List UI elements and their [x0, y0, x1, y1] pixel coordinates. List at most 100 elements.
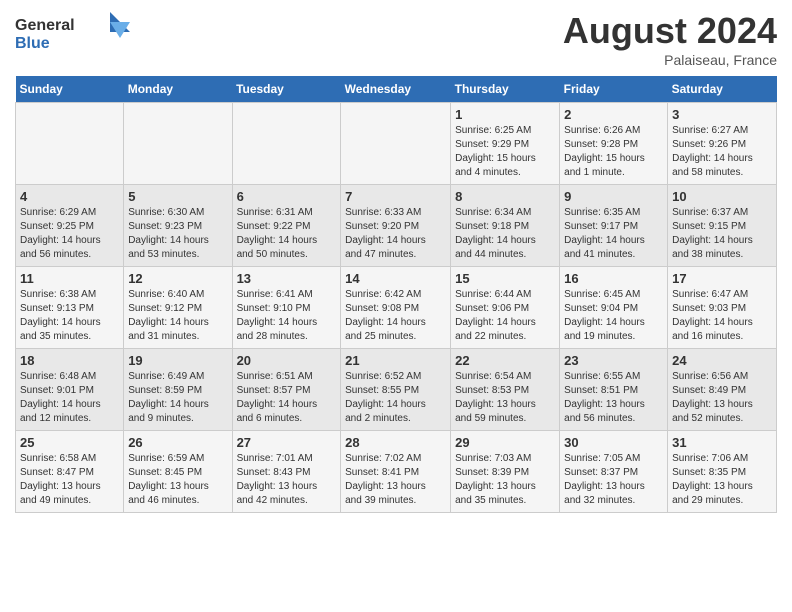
- day-number: 13: [237, 271, 337, 286]
- day-number: 1: [455, 107, 555, 122]
- day-number: 19: [128, 353, 227, 368]
- day-info: Sunrise: 6:37 AM Sunset: 9:15 PM Dayligh…: [672, 206, 772, 262]
- calendar-cell: [16, 103, 124, 185]
- day-number: 25: [20, 435, 119, 450]
- day-number: 8: [455, 189, 555, 204]
- day-number: 18: [20, 353, 119, 368]
- day-info: Sunrise: 6:55 AM Sunset: 8:51 PM Dayligh…: [564, 370, 663, 426]
- svg-text:Blue: Blue: [15, 35, 50, 52]
- weekday-header-friday: Friday: [560, 76, 668, 103]
- calendar-cell: 29 Sunrise: 7:03 AM Sunset: 8:39 PM Dayli…: [451, 431, 560, 513]
- calendar-cell: 26 Sunrise: 6:59 AM Sunset: 8:45 PM Dayli…: [124, 431, 232, 513]
- day-info: Sunrise: 6:59 AM Sunset: 8:45 PM Dayligh…: [128, 452, 227, 508]
- month-year-title: August 2024: [563, 10, 777, 52]
- day-number: 22: [455, 353, 555, 368]
- svg-text:General: General: [15, 17, 75, 34]
- day-info: Sunrise: 6:41 AM Sunset: 9:10 PM Dayligh…: [237, 288, 337, 344]
- day-info: Sunrise: 6:33 AM Sunset: 9:20 PM Dayligh…: [345, 206, 446, 262]
- calendar-cell: 22 Sunrise: 6:54 AM Sunset: 8:53 PM Dayli…: [451, 349, 560, 431]
- calendar-cell: 23 Sunrise: 6:55 AM Sunset: 8:51 PM Dayli…: [560, 349, 668, 431]
- day-info: Sunrise: 6:40 AM Sunset: 9:12 PM Dayligh…: [128, 288, 227, 344]
- calendar-cell: 14 Sunrise: 6:42 AM Sunset: 9:08 PM Dayli…: [341, 267, 451, 349]
- calendar-cell: 7Sunrise: 6:33 AM Sunset: 9:20 PM Daylig…: [341, 185, 451, 267]
- calendar-cell: 30 Sunrise: 7:05 AM Sunset: 8:37 PM Dayli…: [560, 431, 668, 513]
- calendar-cell: 27 Sunrise: 7:01 AM Sunset: 8:43 PM Dayli…: [232, 431, 341, 513]
- weekday-header-tuesday: Tuesday: [232, 76, 341, 103]
- day-info: Sunrise: 6:51 AM Sunset: 8:57 PM Dayligh…: [237, 370, 337, 426]
- calendar-cell: 31Sunrise: 7:06 AM Sunset: 8:35 PM Dayli…: [668, 431, 777, 513]
- calendar-cell: 13 Sunrise: 6:41 AM Sunset: 9:10 PM Dayli…: [232, 267, 341, 349]
- calendar-cell: 2 Sunrise: 6:26 AM Sunset: 9:28 PM Daylig…: [560, 103, 668, 185]
- day-number: 24: [672, 353, 772, 368]
- day-number: 20: [237, 353, 337, 368]
- day-number: 30: [564, 435, 663, 450]
- week-row-3: 11 Sunrise: 6:38 AM Sunset: 9:13 PM Dayli…: [16, 267, 777, 349]
- day-number: 14: [345, 271, 446, 286]
- calendar-cell: 8 Sunrise: 6:34 AM Sunset: 9:18 PM Daylig…: [451, 185, 560, 267]
- calendar-cell: 19Sunrise: 6:49 AM Sunset: 8:59 PM Dayli…: [124, 349, 232, 431]
- day-number: 27: [237, 435, 337, 450]
- weekday-header-monday: Monday: [124, 76, 232, 103]
- day-info: Sunrise: 6:25 AM Sunset: 9:29 PM Dayligh…: [455, 124, 555, 180]
- day-number: 21: [345, 353, 446, 368]
- day-info: Sunrise: 7:01 AM Sunset: 8:43 PM Dayligh…: [237, 452, 337, 508]
- logo-svg: General Blue: [15, 10, 135, 55]
- calendar-cell: [124, 103, 232, 185]
- day-info: Sunrise: 6:42 AM Sunset: 9:08 PM Dayligh…: [345, 288, 446, 344]
- calendar-cell: 6 Sunrise: 6:31 AM Sunset: 9:22 PM Daylig…: [232, 185, 341, 267]
- day-number: 28: [345, 435, 446, 450]
- day-number: 11: [20, 271, 119, 286]
- weekday-header-sunday: Sunday: [16, 76, 124, 103]
- day-info: Sunrise: 7:06 AM Sunset: 8:35 PM Dayligh…: [672, 452, 772, 508]
- day-number: 26: [128, 435, 227, 450]
- day-info: Sunrise: 6:54 AM Sunset: 8:53 PM Dayligh…: [455, 370, 555, 426]
- day-info: Sunrise: 7:03 AM Sunset: 8:39 PM Dayligh…: [455, 452, 555, 508]
- day-info: Sunrise: 6:29 AM Sunset: 9:25 PM Dayligh…: [20, 206, 119, 262]
- day-info: Sunrise: 6:47 AM Sunset: 9:03 PM Dayligh…: [672, 288, 772, 344]
- calendar-cell: 5Sunrise: 6:30 AM Sunset: 9:23 PM Daylig…: [124, 185, 232, 267]
- day-info: Sunrise: 6:56 AM Sunset: 8:49 PM Dayligh…: [672, 370, 772, 426]
- day-info: Sunrise: 6:52 AM Sunset: 8:55 PM Dayligh…: [345, 370, 446, 426]
- week-row-1: 1 Sunrise: 6:25 AM Sunset: 9:29 PM Daylig…: [16, 103, 777, 185]
- day-info: Sunrise: 6:35 AM Sunset: 9:17 PM Dayligh…: [564, 206, 663, 262]
- day-info: Sunrise: 6:34 AM Sunset: 9:18 PM Dayligh…: [455, 206, 555, 262]
- calendar-cell: 11 Sunrise: 6:38 AM Sunset: 9:13 PM Dayli…: [16, 267, 124, 349]
- calendar-cell: 21 Sunrise: 6:52 AM Sunset: 8:55 PM Dayli…: [341, 349, 451, 431]
- calendar-cell: 10Sunrise: 6:37 AM Sunset: 9:15 PM Dayli…: [668, 185, 777, 267]
- calendar-cell: 1 Sunrise: 6:25 AM Sunset: 9:29 PM Daylig…: [451, 103, 560, 185]
- day-info: Sunrise: 6:44 AM Sunset: 9:06 PM Dayligh…: [455, 288, 555, 344]
- day-info: Sunrise: 6:48 AM Sunset: 9:01 PM Dayligh…: [20, 370, 119, 426]
- day-number: 3: [672, 107, 772, 122]
- calendar-cell: 18 Sunrise: 6:48 AM Sunset: 9:01 PM Dayli…: [16, 349, 124, 431]
- calendar-cell: 16Sunrise: 6:45 AM Sunset: 9:04 PM Dayli…: [560, 267, 668, 349]
- day-info: Sunrise: 6:58 AM Sunset: 8:47 PM Dayligh…: [20, 452, 119, 508]
- day-number: 2: [564, 107, 663, 122]
- day-info: Sunrise: 6:31 AM Sunset: 9:22 PM Dayligh…: [237, 206, 337, 262]
- calendar-cell: 17 Sunrise: 6:47 AM Sunset: 9:03 PM Dayli…: [668, 267, 777, 349]
- day-number: 12: [128, 271, 227, 286]
- calendar-cell: 28 Sunrise: 7:02 AM Sunset: 8:41 PM Dayli…: [341, 431, 451, 513]
- calendar-cell: 3 Sunrise: 6:27 AM Sunset: 9:26 PM Daylig…: [668, 103, 777, 185]
- day-info: Sunrise: 6:26 AM Sunset: 9:28 PM Dayligh…: [564, 124, 663, 180]
- weekday-header-wednesday: Wednesday: [341, 76, 451, 103]
- title-block: August 2024 Palaiseau, France: [563, 10, 777, 68]
- day-info: Sunrise: 6:27 AM Sunset: 9:26 PM Dayligh…: [672, 124, 772, 180]
- calendar-cell: 20 Sunrise: 6:51 AM Sunset: 8:57 PM Dayli…: [232, 349, 341, 431]
- day-info: Sunrise: 6:45 AM Sunset: 9:04 PM Dayligh…: [564, 288, 663, 344]
- day-number: 23: [564, 353, 663, 368]
- calendar-cell: 9Sunrise: 6:35 AM Sunset: 9:17 PM Daylig…: [560, 185, 668, 267]
- calendar-cell: 24 Sunrise: 6:56 AM Sunset: 8:49 PM Dayli…: [668, 349, 777, 431]
- day-number: 17: [672, 271, 772, 286]
- day-number: 5: [128, 189, 227, 204]
- day-number: 29: [455, 435, 555, 450]
- day-number: 15: [455, 271, 555, 286]
- weekday-header-saturday: Saturday: [668, 76, 777, 103]
- week-row-4: 18 Sunrise: 6:48 AM Sunset: 9:01 PM Dayli…: [16, 349, 777, 431]
- day-info: Sunrise: 7:05 AM Sunset: 8:37 PM Dayligh…: [564, 452, 663, 508]
- day-info: Sunrise: 7:02 AM Sunset: 8:41 PM Dayligh…: [345, 452, 446, 508]
- day-number: 6: [237, 189, 337, 204]
- day-info: Sunrise: 6:38 AM Sunset: 9:13 PM Dayligh…: [20, 288, 119, 344]
- calendar-cell: 15 Sunrise: 6:44 AM Sunset: 9:06 PM Dayli…: [451, 267, 560, 349]
- calendar-table: SundayMondayTuesdayWednesdayThursdayFrid…: [15, 76, 777, 513]
- week-row-5: 25 Sunrise: 6:58 AM Sunset: 8:47 PM Dayli…: [16, 431, 777, 513]
